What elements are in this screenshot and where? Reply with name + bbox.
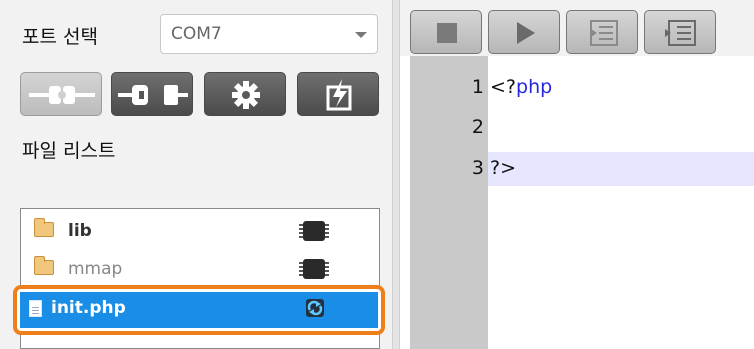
line-number-gutter: 1 2 3: [410, 56, 488, 349]
step-out-button[interactable]: [644, 10, 716, 54]
plug-disconnect-icon: [118, 85, 188, 105]
run-button[interactable]: [488, 10, 560, 54]
list-item-init-php[interactable]: init.php: [13, 285, 385, 335]
line-number: 3: [471, 157, 484, 179]
editor-toolbar: [400, 0, 754, 56]
stop-icon: [437, 23, 457, 43]
file-list: lib mmap init.php: [13, 208, 385, 349]
gear-icon: [232, 81, 260, 109]
sync-icon[interactable]: [303, 296, 327, 320]
port-label: 포트 선택: [22, 26, 98, 48]
document-icon: [29, 300, 42, 317]
line-number: 1: [471, 76, 484, 98]
folder-icon: [34, 218, 54, 237]
disconnect-button[interactable]: [111, 72, 193, 116]
connect-button[interactable]: [20, 72, 102, 116]
list-item-mmap[interactable]: mmap: [21, 251, 379, 285]
code-editor[interactable]: <?php ?>: [488, 56, 754, 349]
panel-splitter[interactable]: [392, 0, 400, 349]
flash-button[interactable]: [297, 72, 379, 116]
stop-button[interactable]: [410, 10, 482, 54]
list-item-lib[interactable]: lib: [21, 213, 379, 247]
line-number: 2: [471, 116, 484, 138]
port-select[interactable]: COM7: [160, 14, 378, 54]
settings-button[interactable]: [204, 72, 286, 116]
file-list-label: 파일 리스트: [22, 140, 116, 162]
port-select-value: COM7: [171, 24, 222, 44]
chip-icon[interactable]: [299, 259, 329, 279]
code-text: <?: [490, 76, 517, 98]
code-text: ?>: [490, 157, 517, 179]
active-line-highlight: [488, 152, 754, 186]
code-line: ?>: [490, 157, 516, 179]
plug-connect-icon: [29, 86, 95, 104]
folder-icon: [34, 256, 54, 275]
editor-panel: 1 2 3 <?php ?>: [400, 0, 754, 349]
flash-chip-icon: [326, 79, 352, 111]
chip-icon[interactable]: [299, 221, 329, 241]
play-icon: [517, 22, 535, 44]
step-in-button[interactable]: [566, 10, 638, 54]
code-keyword: php: [516, 76, 553, 98]
file-name: init.php: [51, 298, 126, 318]
file-name: lib: [68, 221, 92, 241]
step-out-icon: [665, 20, 696, 46]
code-line: <?php: [490, 76, 552, 98]
chevron-down-icon: [355, 32, 367, 38]
step-in-icon: [590, 20, 618, 46]
selection-highlight: init.php: [20, 292, 378, 328]
left-panel: 포트 선택 COM7 파일 리스트 lib mmap init.php: [0, 0, 392, 349]
file-name: mmap: [68, 259, 123, 279]
